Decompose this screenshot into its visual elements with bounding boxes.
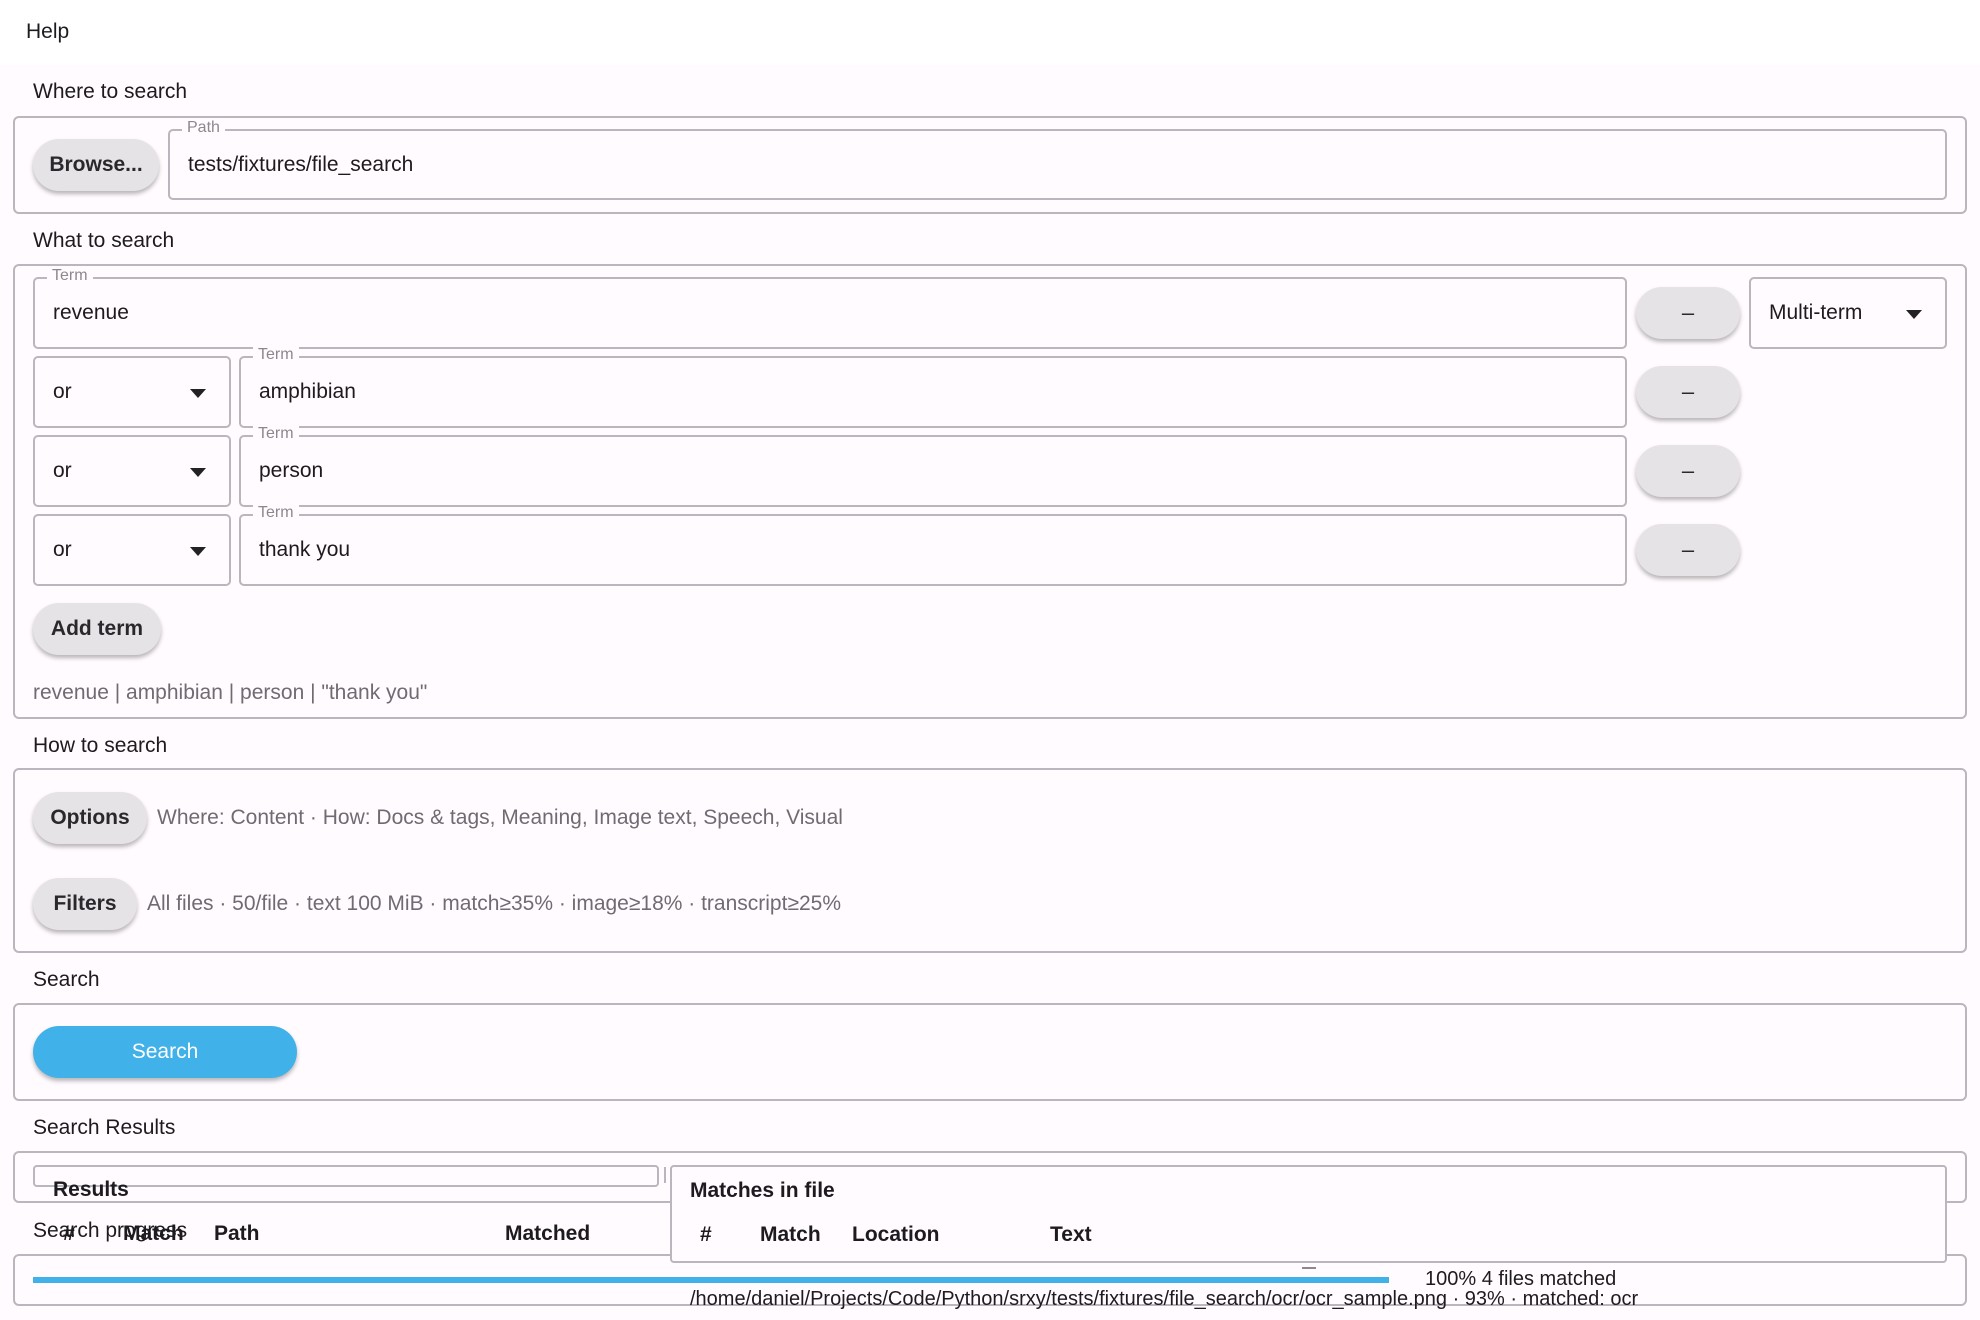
chevron-down-icon (190, 468, 206, 477)
options-button[interactable]: Options (33, 792, 147, 844)
term-field-first[interactable]: Term revenue (33, 267, 1627, 349)
query-preview: revenue | amphibian | person | "thank yo… (33, 681, 428, 704)
results-col-number[interactable]: # (63, 1222, 75, 1246)
operator-select-value: or (53, 380, 72, 403)
path-field[interactable]: Path tests/fixtures/file_search (168, 119, 1947, 200)
operator-select-value: or (53, 538, 72, 561)
term-field[interactable]: Term person (239, 425, 1627, 507)
remove-term-button[interactable]: – (1636, 287, 1740, 339)
where-section-label: Where to search (33, 80, 188, 103)
term-field-label: Term (253, 504, 299, 522)
term-input[interactable]: person (259, 459, 323, 483)
remove-term-button[interactable]: – (1636, 366, 1740, 418)
term-field-label: Term (253, 346, 299, 364)
operator-select[interactable]: or (33, 514, 231, 586)
results-title: Results (53, 1178, 129, 1201)
matches-pane: Matches in file # Match Location Text (670, 1165, 1947, 1263)
matches-title: Matches in file (690, 1179, 835, 1202)
chevron-down-icon (1906, 310, 1922, 319)
options-summary: Where: Content · How: Docs & tags, Meani… (157, 806, 843, 829)
menu-help[interactable]: Help (26, 20, 69, 44)
term-input[interactable]: amphibian (259, 380, 356, 404)
resize-handle[interactable] (1302, 1267, 1316, 1269)
menu-bar: Help (0, 0, 1980, 65)
how-section-label: How to search (33, 734, 168, 757)
filters-summary: All files · 50/file · text 100 MiB · mat… (147, 892, 841, 915)
term-input[interactable]: revenue (53, 301, 129, 325)
remove-term-button[interactable]: – (1636, 445, 1740, 497)
search-group (13, 1003, 1967, 1101)
browse-button[interactable]: Browse... (33, 139, 159, 191)
operator-select[interactable]: or (33, 435, 231, 507)
search-section-label: Search (33, 968, 100, 991)
matches-col-location[interactable]: Location (852, 1223, 940, 1247)
path-field-label: Path (182, 119, 225, 137)
mode-select-value: Multi-term (1769, 301, 1863, 324)
mode-select[interactable]: Multi-term (1749, 277, 1947, 349)
current-file: /home/daniel/Projects/Code/Python/srxy/t… (690, 1288, 1639, 1310)
matches-col-text[interactable]: Text (1050, 1223, 1092, 1247)
operator-select-value: or (53, 459, 72, 482)
progress-bar-fill (33, 1277, 1389, 1283)
what-section-label: What to search (33, 229, 175, 252)
term-field-label: Term (253, 425, 299, 443)
chevron-down-icon (190, 547, 206, 556)
remove-term-button[interactable]: – (1636, 524, 1740, 576)
results-col-matched[interactable]: Matched (505, 1222, 590, 1246)
term-field-label: Term (47, 267, 93, 285)
term-field[interactable]: Term amphibian (239, 346, 1627, 428)
pane-splitter[interactable] (664, 1167, 666, 1183)
how-group (13, 768, 1967, 953)
results-col-path[interactable]: Path (214, 1222, 260, 1246)
add-term-button[interactable]: Add term (33, 603, 161, 655)
progress-track (33, 1277, 1389, 1283)
results-section-label: Search Results (33, 1116, 176, 1139)
search-button[interactable]: Search (33, 1026, 297, 1078)
results-col-match[interactable]: Match (123, 1222, 184, 1246)
chevron-down-icon (190, 389, 206, 398)
term-input[interactable]: thank you (259, 538, 350, 562)
matches-col-match[interactable]: Match (760, 1223, 821, 1247)
term-field[interactable]: Term thank you (239, 504, 1627, 586)
operator-select[interactable]: or (33, 356, 231, 428)
filters-button[interactable]: Filters (33, 878, 137, 930)
matches-col-number[interactable]: # (700, 1223, 712, 1247)
path-input[interactable]: tests/fixtures/file_search (188, 153, 413, 177)
